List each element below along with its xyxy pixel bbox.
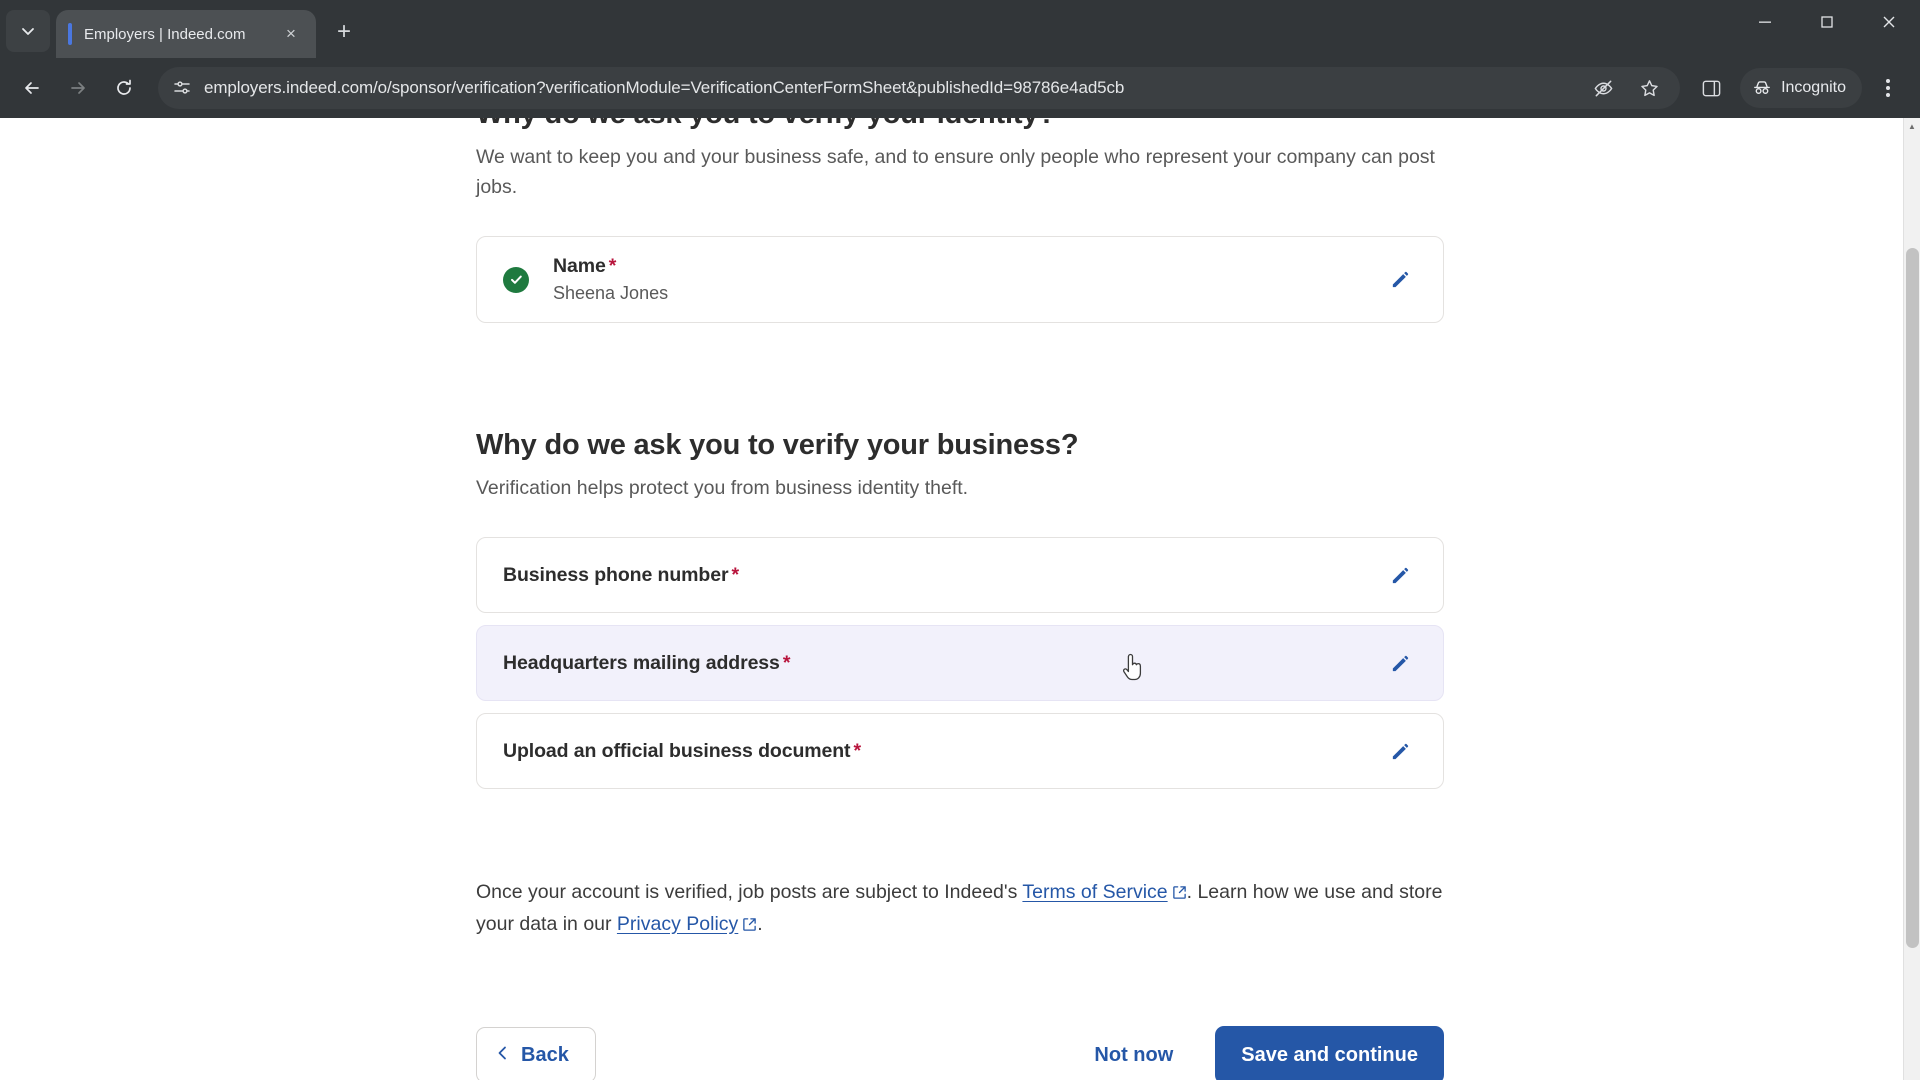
business-section-title: Why do we ask you to verify your busines… — [476, 429, 1079, 462]
maximize-icon[interactable] — [1796, 0, 1858, 44]
business-row-label-text: Business phone number — [503, 563, 729, 586]
edit-pencil-icon[interactable] — [1387, 562, 1413, 588]
browser-tab[interactable]: Employers | Indeed.com × — [56, 10, 316, 58]
page-content: Why do we ask you to verify your identit… — [476, 118, 1444, 1080]
required-asterisk: * — [608, 255, 617, 278]
profile-label: Incognito — [1781, 79, 1846, 96]
address-bar[interactable]: employers.indeed.com/o/sponsor/verificat… — [158, 67, 1681, 109]
business-section-subtitle: Verification helps protect you from busi… — [476, 476, 969, 499]
close-icon[interactable]: × — [278, 21, 304, 47]
external-link-icon — [1172, 879, 1187, 899]
legal-part-3: . — [757, 912, 763, 935]
business-row-label-text: Upload an official business document — [503, 739, 851, 762]
back-arrow-icon[interactable] — [12, 68, 52, 108]
identity-row-value: Sheena Jones — [553, 283, 669, 304]
chevron-left-icon — [495, 1044, 511, 1067]
page-settings-icon[interactable] — [172, 78, 192, 98]
business-row-label: Headquarters mailing address * — [503, 652, 1387, 675]
tab-search-icon[interactable] — [6, 10, 50, 52]
required-asterisk: * — [731, 563, 739, 586]
page-scrollbar[interactable]: ▲ — [1903, 118, 1920, 1080]
three-dot-menu-icon[interactable] — [1868, 68, 1908, 108]
tab-favicon — [68, 23, 72, 45]
edit-pencil-icon[interactable] — [1387, 650, 1413, 676]
side-panel-icon[interactable] — [1694, 71, 1728, 105]
edit-pencil-icon[interactable] — [1387, 267, 1413, 293]
identity-section-subtitle: We want to keep you and your business sa… — [476, 145, 1435, 198]
minimize-icon[interactable] — [1734, 0, 1796, 44]
star-icon[interactable] — [1632, 71, 1666, 105]
business-row-body: Business phone number * — [503, 564, 1387, 587]
business-row-body: Upload an official business document * — [503, 740, 1387, 763]
reload-icon[interactable] — [104, 68, 144, 108]
primary-actions: Not now Save and continue — [1078, 1026, 1444, 1080]
edit-pencil-icon[interactable] — [1387, 738, 1413, 764]
profile-incognito-button[interactable]: Incognito — [1740, 68, 1862, 108]
indeed-verification-page: Why do we ask you to verify your identit… — [0, 118, 1920, 1080]
business-row-label: Business phone number * — [503, 564, 1387, 587]
url-text: employers.indeed.com/o/sponsor/verificat… — [204, 78, 1125, 97]
eye-off-icon[interactable] — [1586, 71, 1620, 105]
back-button[interactable]: Back — [476, 1027, 596, 1080]
browser-toolbar: employers.indeed.com/o/sponsor/verificat… — [0, 58, 1920, 118]
forward-arrow-icon[interactable] — [58, 68, 98, 108]
required-asterisk: * — [853, 739, 861, 762]
identity-row-name[interactable]: Name * Sheena Jones — [476, 236, 1444, 324]
terms-of-service-link[interactable]: Terms of Service — [1022, 881, 1186, 903]
business-row-label: Upload an official business document * — [503, 740, 1387, 763]
privacy-link-text: Privacy Policy — [616, 912, 739, 935]
identity-card-list: Name * Sheena Jones — [476, 236, 1444, 324]
business-card-list: Business phone number * Headquarters mail… — [476, 537, 1444, 790]
save-and-continue-button[interactable]: Save and continue — [1215, 1026, 1444, 1080]
required-asterisk: * — [782, 651, 791, 674]
scrollbar-thumb[interactable] — [1906, 248, 1919, 948]
identity-row-label: Name * — [553, 255, 1387, 278]
business-row-body: Headquarters mailing address * — [503, 652, 1387, 675]
external-link-icon — [742, 911, 757, 931]
legal-disclaimer: Once your account is verified, job posts… — [476, 877, 1444, 940]
business-row-document[interactable]: Upload an official business document * — [476, 713, 1444, 790]
window-controls — [1734, 0, 1920, 58]
check-circle-icon — [503, 266, 529, 293]
tab-title: Employers | Indeed.com — [84, 25, 246, 43]
identity-row-body: Name * Sheena Jones — [553, 255, 1387, 304]
legal-part-1: Once your account is verified, job posts… — [476, 881, 1023, 904]
business-row-address[interactable]: Headquarters mailing address * — [476, 625, 1444, 702]
terms-link-text: Terms of Service — [1022, 881, 1168, 904]
tab-strip: Employers | Indeed.com × + — [0, 0, 1920, 58]
scroll-up-arrow-icon[interactable]: ▲ — [1904, 118, 1920, 135]
privacy-policy-link[interactable]: Privacy Policy — [617, 913, 757, 935]
identity-row-label-text: Name — [553, 255, 606, 278]
not-now-button[interactable]: Not now — [1078, 1030, 1189, 1080]
page-viewport: Why do we ask you to verify your identit… — [0, 118, 1920, 1080]
window-close-icon[interactable] — [1858, 0, 1920, 44]
identity-section-title: Why do we ask you to verify your identit… — [476, 118, 1444, 134]
business-row-label-text: Headquarters mailing address — [503, 651, 780, 674]
incognito-icon — [1754, 81, 1770, 94]
form-actions: Back Not now Save and continue — [476, 1026, 1444, 1080]
browser-window: Employers | Indeed.com × + employers.ind… — [0, 0, 1920, 1080]
back-button-label: Back — [521, 1043, 569, 1066]
new-tab-button[interactable]: + — [326, 14, 362, 50]
business-row-phone[interactable]: Business phone number * — [476, 537, 1444, 614]
